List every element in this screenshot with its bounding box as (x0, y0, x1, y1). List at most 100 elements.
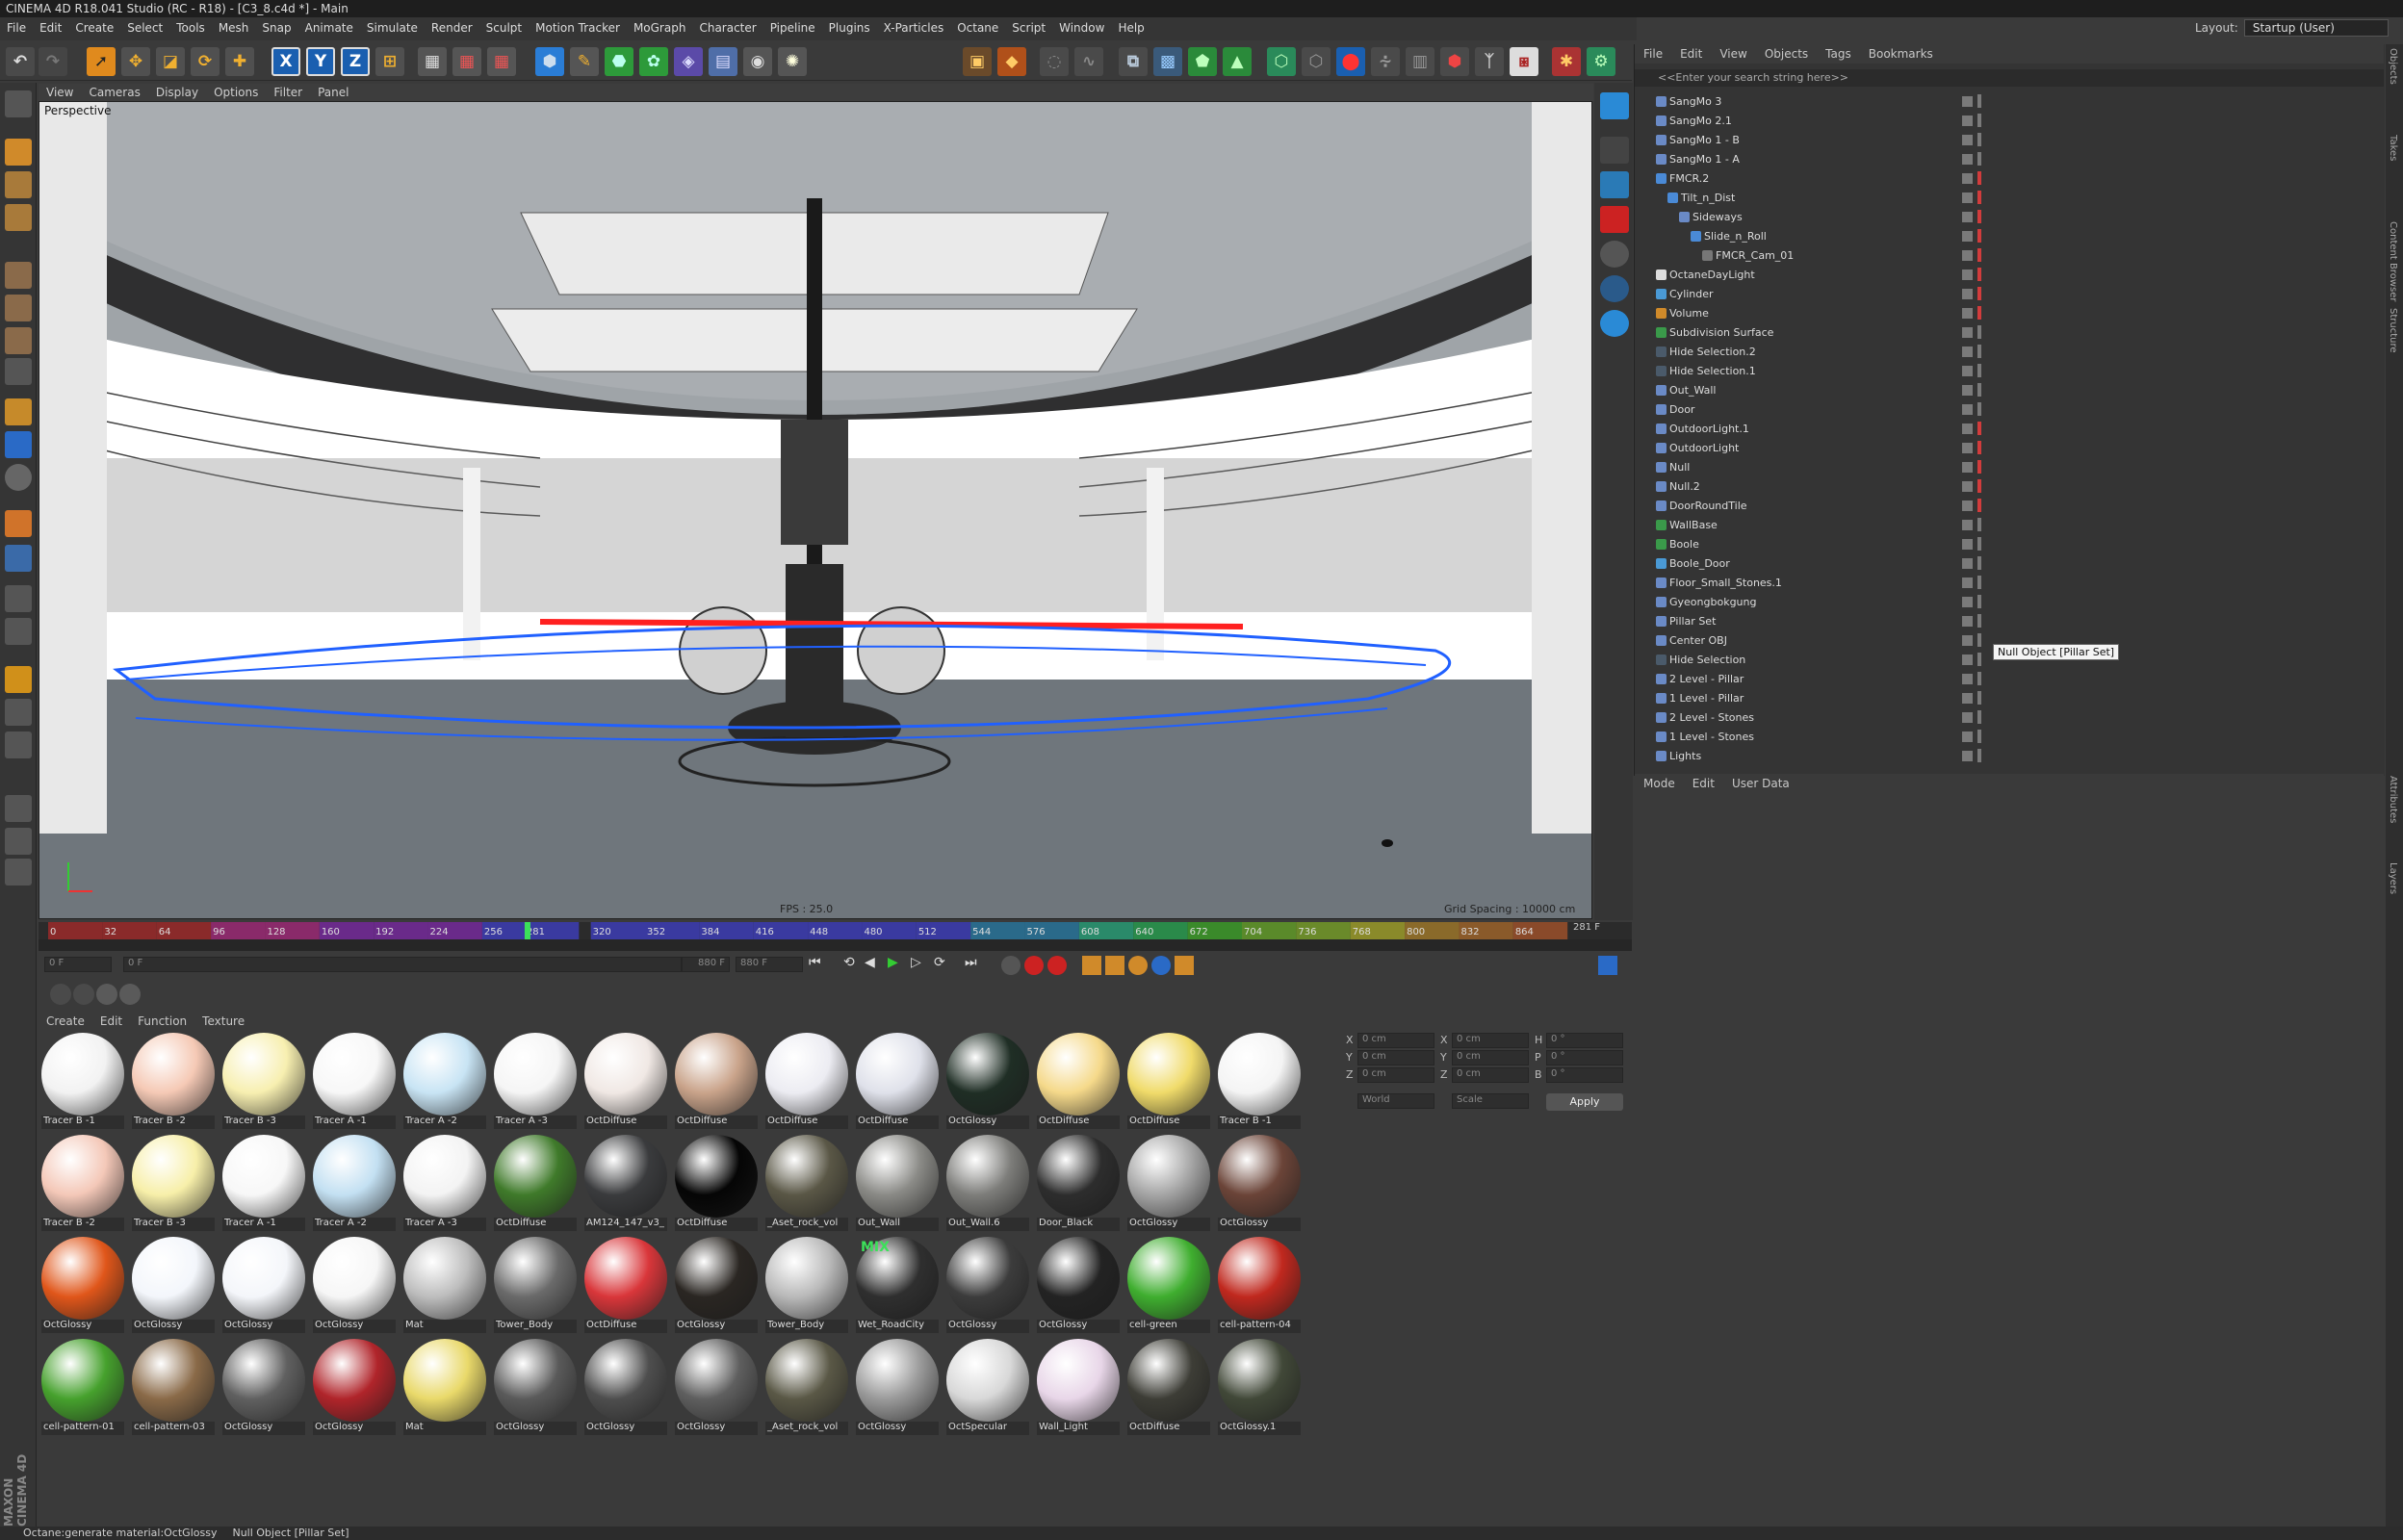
object-menu-view[interactable]: View (1711, 44, 1755, 64)
visibility-dots[interactable] (1977, 749, 1981, 762)
object-menu-objects[interactable]: Objects (1756, 44, 1817, 64)
object-row[interactable]: SangMo 2.1 (1635, 112, 2384, 131)
xp-graph-icon[interactable]: ⧆ (1510, 47, 1538, 76)
object-row[interactable]: OctaneDayLight (1635, 266, 2384, 285)
dock-tab-content-browser[interactable]: Content Browser (2388, 221, 2398, 301)
material-swatch[interactable]: Mat (400, 1336, 486, 1438)
layer-checkbox[interactable] (1962, 616, 1973, 627)
object-row[interactable]: FMCR.2 (1635, 169, 2384, 189)
object-row[interactable]: Sideways (1635, 208, 2384, 227)
octane-camera-tag-icon[interactable] (1600, 171, 1629, 198)
bridge-icon[interactable] (5, 828, 32, 855)
layer-checkbox[interactable] (1962, 385, 1973, 396)
octane-camera-icon[interactable]: ◌ (1040, 47, 1069, 76)
object-row[interactable]: Subdivision Surface (1635, 323, 2384, 343)
visibility-dots[interactable] (1977, 479, 1981, 493)
viewport-menu-panel[interactable]: Panel (310, 84, 356, 101)
material-filter-icon[interactable] (96, 984, 117, 1005)
menu-select[interactable]: Select (120, 17, 169, 38)
visibility-dots[interactable] (1977, 383, 1981, 397)
layer-checkbox[interactable] (1962, 96, 1973, 107)
workplane-icon[interactable] (5, 618, 32, 645)
floor-icon[interactable]: ▤ (709, 47, 737, 76)
timeline-ruler[interactable]: 0 32 64 96 128 160 192 224 256 281 320 352 384 416 448… (39, 922, 1632, 939)
material-swatch[interactable]: OctDiffuse (581, 1234, 667, 1336)
layer-checkbox[interactable] (1962, 443, 1973, 453)
layer-checkbox[interactable] (1962, 462, 1973, 473)
layer-checkbox[interactable] (1962, 231, 1973, 242)
visibility-dots[interactable] (1977, 402, 1981, 416)
layer-checkbox[interactable] (1962, 481, 1973, 492)
magnet-icon[interactable] (5, 510, 32, 537)
size-y-field[interactable]: 0 cm (1452, 1050, 1529, 1065)
object-row[interactable]: Volume (1635, 304, 2384, 323)
layer-checkbox[interactable] (1962, 289, 1973, 299)
layer-checkbox[interactable] (1962, 173, 1973, 184)
pos-z-field[interactable]: 0 cm (1357, 1067, 1434, 1083)
redo-icon[interactable]: ↷ (39, 47, 67, 76)
material-swatch[interactable]: _Aset_rock_vol (762, 1336, 848, 1438)
xp-emitter-icon[interactable]: ⬡ (1267, 47, 1296, 76)
texture-mode-icon[interactable] (5, 171, 32, 198)
live-select-icon[interactable]: ➚ (87, 47, 116, 76)
rot-h-field[interactable]: 0 ° (1546, 1033, 1623, 1048)
play-icon[interactable]: ▶ (888, 955, 909, 976)
record-keys-icon[interactable] (1001, 956, 1021, 975)
layout-selector[interactable]: Layout: Startup (User) (2195, 19, 2389, 37)
visibility-dots[interactable] (1977, 306, 1981, 320)
keyframe-selection-icon[interactable] (1047, 956, 1067, 975)
visibility-dots[interactable] (1977, 614, 1981, 628)
move-icon[interactable]: ✥ (121, 47, 150, 76)
object-row[interactable]: Null.2 (1635, 477, 2384, 497)
visibility-dots[interactable] (1977, 422, 1981, 435)
end-frame-field[interactable]: 880 F (736, 957, 803, 972)
material-swatch[interactable]: OctDiffuse (1124, 1030, 1210, 1132)
visibility-dots[interactable] (1977, 114, 1981, 127)
dock-tab-layers[interactable]: Layers (2388, 862, 2398, 894)
visibility-dots[interactable] (1977, 672, 1981, 685)
settings-gear-icon[interactable] (1600, 137, 1629, 164)
xp-question-icon[interactable]: ⬤ (1336, 47, 1365, 76)
material-swatch[interactable]: OctDiffuse (491, 1132, 577, 1234)
material-swatch[interactable]: OctGlossy (943, 1030, 1029, 1132)
light-icon[interactable]: ✺ (778, 47, 807, 76)
material-swatch[interactable]: Tracer B -1 (39, 1030, 124, 1132)
material-swatch[interactable]: OctGlossy (129, 1234, 215, 1336)
octane-sky-icon[interactable] (1600, 92, 1629, 119)
material-sphere-icon[interactable] (50, 984, 71, 1005)
material-swatch[interactable]: Tracer A -2 (400, 1030, 486, 1132)
material-swatch[interactable]: OctGlossy (1124, 1132, 1210, 1234)
material-swatch[interactable]: OctDiffuse (672, 1030, 758, 1132)
material-swatch[interactable]: Tracer A -3 (400, 1132, 486, 1234)
key-pla-icon[interactable] (1175, 956, 1194, 975)
visibility-dots[interactable] (1977, 499, 1981, 512)
prev-frame-icon[interactable]: ◀ (865, 955, 886, 976)
object-row[interactable]: SangMo 3 (1635, 92, 2384, 112)
object-row[interactable]: 1 Level - Stones (1635, 728, 2384, 747)
material-swatch[interactable]: cell-green (1124, 1234, 1210, 1336)
material-swatch[interactable]: Tower_Body (762, 1234, 848, 1336)
key-rotation-icon[interactable] (1128, 956, 1148, 975)
material-menu-create[interactable]: Create (39, 1013, 92, 1030)
layer-checkbox[interactable] (1962, 327, 1973, 338)
material-swatch[interactable]: Tracer B -2 (129, 1030, 215, 1132)
goto-end-icon[interactable]: ⏭ (965, 955, 986, 976)
octane-scatter-icon[interactable]: ▩ (1153, 47, 1182, 76)
make-editable-icon[interactable] (5, 90, 32, 117)
material-swatch[interactable]: OctDiffuse (1124, 1336, 1210, 1438)
size-z-field[interactable]: 0 cm (1452, 1067, 1529, 1083)
x-axis-icon[interactable]: X (271, 47, 300, 76)
object-row[interactable]: DoorRoundTile (1635, 497, 2384, 516)
object-menu-bookmarks[interactable]: Bookmarks (1860, 44, 1942, 64)
apply-button[interactable]: Apply (1546, 1093, 1623, 1111)
visibility-dots[interactable] (1977, 595, 1981, 608)
material-swatch[interactable]: Tracer A -2 (310, 1132, 396, 1234)
layer-checkbox[interactable] (1962, 212, 1973, 222)
object-row[interactable]: 1 Level - Pillar (1635, 689, 2384, 708)
material-swatch[interactable]: OctGlossy (39, 1234, 124, 1336)
world-dropdown[interactable]: World (1357, 1093, 1434, 1109)
menu-x-particles[interactable]: X-Particles (877, 17, 951, 38)
menu-create[interactable]: Create (68, 17, 120, 38)
layer-checkbox[interactable] (1962, 578, 1973, 588)
object-row[interactable]: FMCR_Cam_01 (1635, 246, 2384, 266)
